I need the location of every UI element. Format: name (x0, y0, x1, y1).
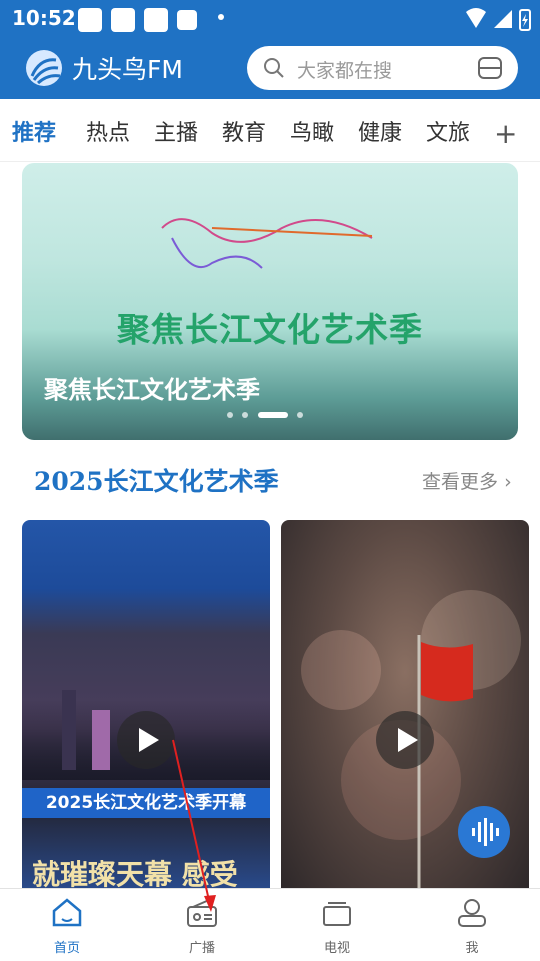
tab-health[interactable]: 健康 (358, 115, 402, 147)
news-subline: 就璀璨天幕 感受 (32, 858, 238, 891)
notification-icon (111, 8, 135, 32)
video-card[interactable]: 2025长江文化艺术季开幕 就璀璨天幕 感受 (22, 520, 270, 900)
news-caption: 2025长江文化艺术季开幕 (22, 788, 270, 818)
add-tab-icon[interactable]: + (494, 117, 517, 150)
wifi-icon (466, 8, 486, 28)
app-logo[interactable]: 九头鸟FM (26, 48, 183, 88)
view-more-label: 查看更多 (422, 471, 499, 493)
city-skyline (62, 690, 76, 770)
logo-bird-icon (26, 50, 62, 86)
search-input[interactable]: 大家都在搜 (247, 46, 518, 90)
bottom-navigation: 首页 广播 电视 我 (0, 888, 540, 961)
notification-icon (144, 8, 168, 32)
tab-hot[interactable]: 热点 (86, 115, 130, 147)
tab-host[interactable]: 主播 (154, 115, 198, 147)
nav-profile-label: 我 (465, 941, 479, 956)
banner-headline: 聚焦长江文化艺术季 (117, 310, 423, 349)
chevron-right-icon: › (504, 471, 512, 493)
home-icon (52, 898, 82, 927)
keyboard-icon (177, 10, 197, 30)
section-title: 2025长江文化艺术季 (34, 467, 279, 496)
pager-dot-active (258, 412, 288, 418)
audio-player-button[interactable] (458, 806, 510, 858)
search-placeholder: 大家都在搜 (297, 60, 393, 82)
signal-icon (494, 10, 512, 28)
nav-radio[interactable]: 广播 (162, 897, 242, 956)
festival-logo-graphic (161, 218, 373, 269)
nav-profile[interactable]: 我 (432, 897, 512, 956)
app-name: 九头鸟FM (72, 55, 183, 84)
pager-dot (242, 412, 248, 418)
nav-radio-label: 广播 (188, 941, 215, 956)
play-button[interactable] (117, 711, 175, 769)
nav-home[interactable]: 首页 (27, 897, 107, 956)
banner-title: 聚焦长江文化艺术季 (44, 375, 260, 404)
status-time: 10:52 (12, 6, 76, 30)
city-skyline (92, 710, 110, 770)
nav-tv[interactable]: 电视 (297, 897, 377, 956)
banner-carousel[interactable]: 聚焦长江文化艺术季 聚焦长江文化艺术季 (22, 163, 518, 440)
nav-tv-label: 电视 (323, 941, 350, 956)
tab-culture-travel[interactable]: 文旅 (426, 115, 470, 147)
tab-recommend[interactable]: 推荐 (12, 115, 56, 147)
more-notifications-dot (218, 14, 224, 20)
pager-dot (297, 412, 303, 418)
scan-icon[interactable] (477, 56, 503, 80)
search-icon (264, 58, 284, 78)
sound-wave-icon (472, 818, 499, 846)
tab-education[interactable]: 教育 (222, 115, 266, 147)
pager-dot (227, 412, 233, 418)
status-icons (466, 8, 531, 31)
tab-aerial[interactable]: 鸟瞰 (290, 115, 334, 147)
profile-icon (458, 899, 486, 927)
tv-icon (323, 902, 351, 926)
view-more-link[interactable]: 查看更多 › (422, 467, 512, 494)
notification-icon (78, 8, 102, 32)
play-button[interactable] (376, 711, 434, 769)
radio-icon (187, 899, 217, 927)
nav-home-label: 首页 (53, 941, 80, 956)
